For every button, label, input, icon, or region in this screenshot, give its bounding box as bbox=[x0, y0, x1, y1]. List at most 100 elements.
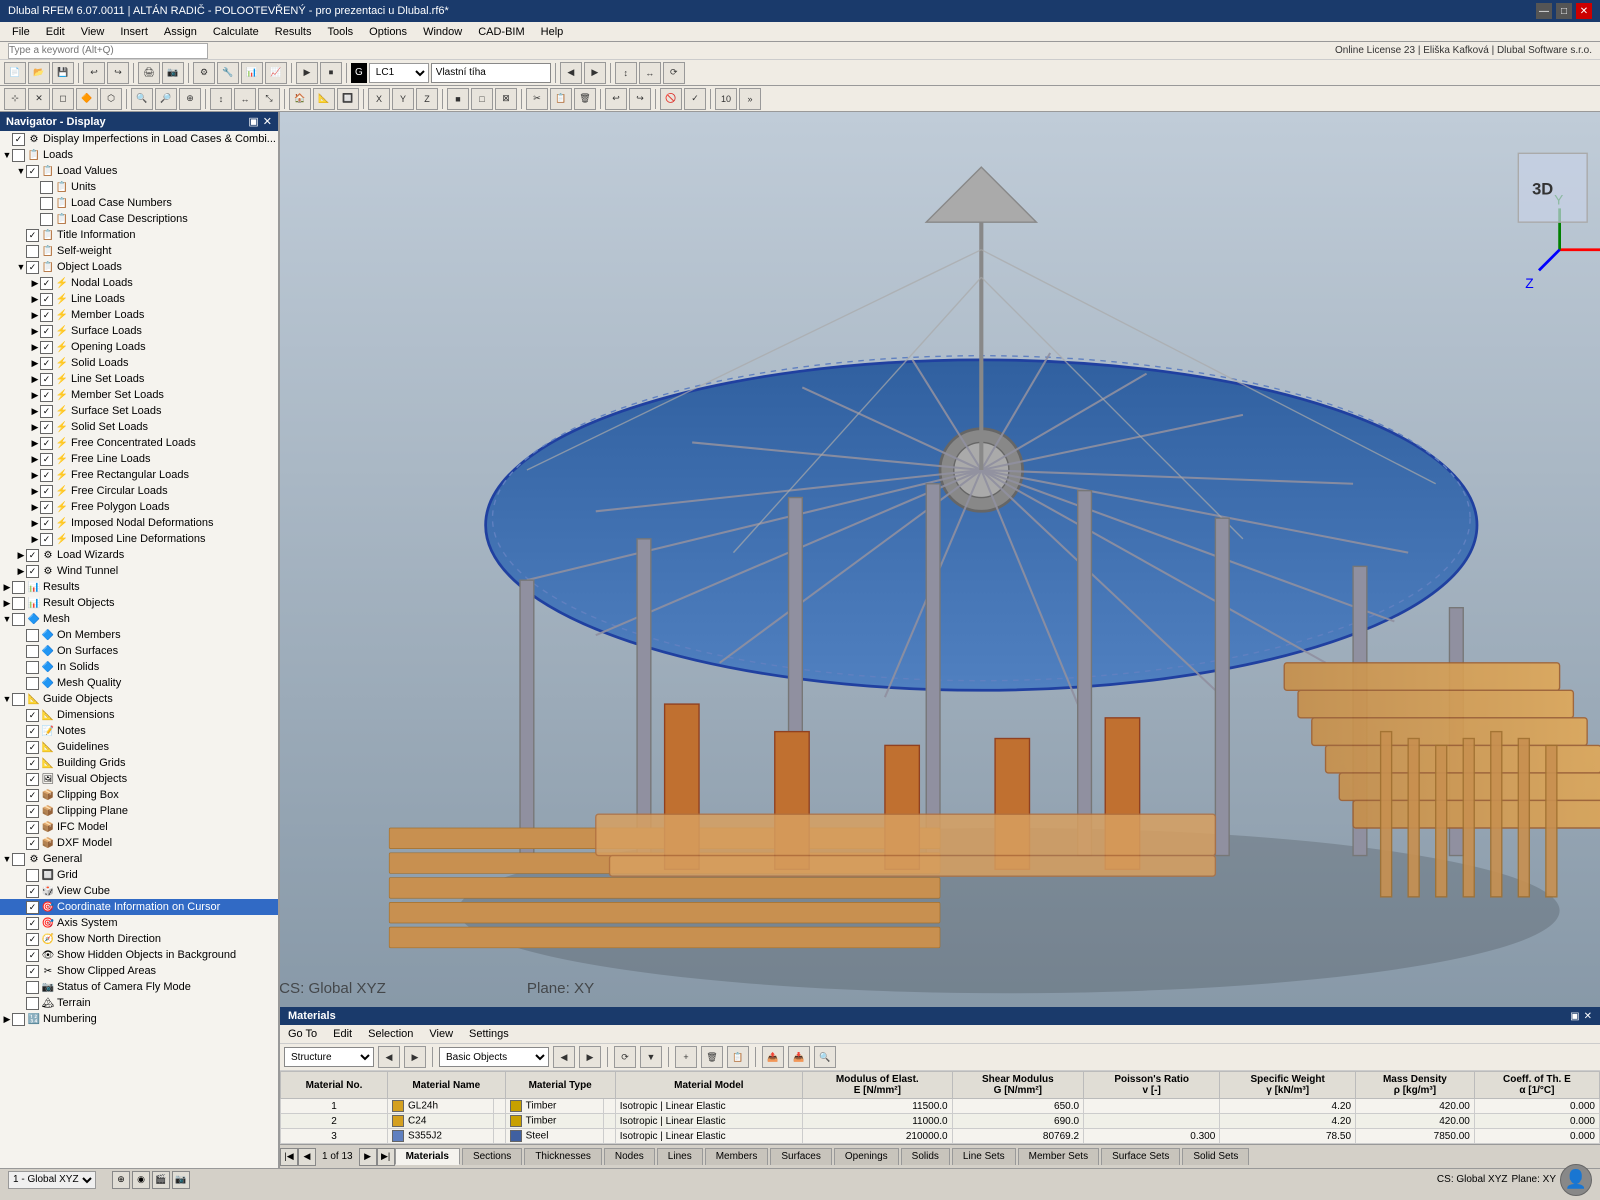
nav-checkbox-solid-loads[interactable] bbox=[40, 357, 53, 370]
tab-line-sets[interactable]: Line Sets bbox=[952, 1148, 1016, 1165]
nav-checkbox-nodal-loads[interactable] bbox=[40, 277, 53, 290]
nav-expand-surface-set-loads[interactable]: ▶ bbox=[30, 406, 40, 417]
toolbar2-btn-20[interactable]: 🗑 bbox=[574, 88, 596, 110]
nav-expand-free-concentrated-loads[interactable]: ▶ bbox=[30, 438, 40, 449]
mat-tb-btn2[interactable]: ▶ bbox=[404, 1046, 426, 1068]
undo-btn[interactable]: ↩ bbox=[83, 62, 105, 84]
nav-checkbox-dxf-model[interactable] bbox=[26, 837, 39, 850]
toolbar-btn-12[interactable]: ⟳ bbox=[663, 62, 685, 84]
nav-expand-guide-objects[interactable]: ▼ bbox=[2, 694, 12, 704]
menu-options[interactable]: Options bbox=[361, 24, 415, 40]
toolbar2-btn-16[interactable]: Y bbox=[392, 88, 414, 110]
nav-item-free-concentrated-loads[interactable]: ▶⚡Free Concentrated Loads bbox=[0, 435, 278, 451]
toolbar-btn-4[interactable]: ⚙ bbox=[193, 62, 215, 84]
toolbar-btn-6[interactable]: 📊 bbox=[241, 62, 263, 84]
nav-checkbox-notes[interactable] bbox=[26, 725, 39, 738]
nav-item-free-rectangular-loads[interactable]: ▶⚡Free Rectangular Loads bbox=[0, 467, 278, 483]
nav-expand-results[interactable]: ▶ bbox=[2, 582, 12, 593]
nav-item-mesh-quality[interactable]: 🔷Mesh Quality bbox=[0, 675, 278, 691]
mat-search-btn[interactable]: 🔍 bbox=[814, 1046, 836, 1068]
mat-tb-btn4[interactable]: ▶ bbox=[579, 1046, 601, 1068]
toolbar2-btn-5[interactable]: ⬡ bbox=[100, 88, 122, 110]
nav-expand-free-circular-loads[interactable]: ▶ bbox=[30, 486, 40, 497]
nav-item-axis-system[interactable]: 🎯Axis System bbox=[0, 915, 278, 931]
tab-nodes[interactable]: Nodes bbox=[604, 1148, 655, 1165]
nav-checkbox-in-solids[interactable] bbox=[26, 661, 39, 674]
menu-file[interactable]: File bbox=[4, 24, 38, 40]
toolbar2-btn-1[interactable]: ⊹ bbox=[4, 88, 26, 110]
last-page-btn[interactable]: ▶| bbox=[377, 1148, 395, 1166]
nav-checkbox-ifc-model[interactable] bbox=[26, 821, 39, 834]
nav-checkbox-show-clipped[interactable] bbox=[26, 965, 39, 978]
tab-sections[interactable]: Sections bbox=[462, 1148, 522, 1165]
nav-checkbox-title-information[interactable] bbox=[26, 229, 39, 242]
prev-page-btn[interactable]: ◀ bbox=[298, 1148, 316, 1166]
invert-btn[interactable]: ⊠ bbox=[495, 88, 517, 110]
nav-item-imposed-line[interactable]: ▶⚡Imposed Line Deformations bbox=[0, 531, 278, 547]
nav-item-terrain[interactable]: 🏔Terrain bbox=[0, 995, 278, 1011]
nav-expand-opening-loads[interactable]: ▶ bbox=[30, 342, 40, 353]
mat-close-btn[interactable]: ✕ bbox=[1584, 1010, 1592, 1022]
nav-checkbox-free-circular-loads[interactable] bbox=[40, 485, 53, 498]
nav-item-show-clipped[interactable]: ✂Show Clipped Areas bbox=[0, 963, 278, 979]
print-btn[interactable]: 🖨 bbox=[138, 62, 160, 84]
nav-expand-mesh[interactable]: ▼ bbox=[2, 614, 12, 624]
nav-float-btn[interactable]: ▣ bbox=[248, 115, 258, 128]
nav-item-units[interactable]: 📋Units bbox=[0, 179, 278, 195]
nav-item-general[interactable]: ▼⚙General bbox=[0, 851, 278, 867]
nav-item-line-set-loads[interactable]: ▶⚡Line Set Loads bbox=[0, 371, 278, 387]
toolbar2-btn-19[interactable]: 📋 bbox=[550, 88, 572, 110]
tab-member-sets[interactable]: Member Sets bbox=[1018, 1148, 1099, 1165]
toolbar2-btn-12[interactable]: 🏠 bbox=[289, 88, 311, 110]
nav-item-dxf-model[interactable]: 📦DXF Model bbox=[0, 835, 278, 851]
nav-checkbox-clipping-box[interactable] bbox=[26, 789, 39, 802]
nav-item-clipping-box[interactable]: 📦Clipping Box bbox=[0, 787, 278, 803]
mat-view[interactable]: View bbox=[425, 1027, 457, 1041]
nav-prev[interactable]: ◀ bbox=[560, 62, 582, 84]
nav-expand-load-wizards[interactable]: ▶ bbox=[16, 550, 26, 561]
nav-item-line-loads[interactable]: ▶⚡Line Loads bbox=[0, 291, 278, 307]
nav-checkbox-free-concentrated-loads[interactable] bbox=[40, 437, 53, 450]
nav-item-loads[interactable]: ▼📋Loads bbox=[0, 147, 278, 163]
nav-checkbox-free-polygon-loads[interactable] bbox=[40, 501, 53, 514]
nav-expand-solid-loads[interactable]: ▶ bbox=[30, 358, 40, 369]
nav-checkbox-self-weight[interactable] bbox=[26, 245, 39, 258]
nav-close-btn[interactable]: ✕ bbox=[263, 115, 272, 128]
toolbar2-btn-2[interactable]: ✕ bbox=[28, 88, 50, 110]
tab-solids[interactable]: Solids bbox=[901, 1148, 950, 1165]
tab-surfaces[interactable]: Surfaces bbox=[770, 1148, 831, 1165]
nav-checkbox-show-hidden[interactable] bbox=[26, 949, 39, 962]
nav-item-solid-set-loads[interactable]: ▶⚡Solid Set Loads bbox=[0, 419, 278, 435]
nav-checkbox-show-north[interactable] bbox=[26, 933, 39, 946]
tab-openings[interactable]: Openings bbox=[834, 1148, 899, 1165]
toolbar-btn-8[interactable]: ▶ bbox=[296, 62, 318, 84]
toolbar2-btn-14[interactable]: 🔲 bbox=[337, 88, 359, 110]
nav-expand-general[interactable]: ▼ bbox=[2, 854, 12, 864]
deselect-btn[interactable]: □ bbox=[471, 88, 493, 110]
nav-checkbox-mesh-quality[interactable] bbox=[26, 677, 39, 690]
redo-btn[interactable]: ↪ bbox=[107, 62, 129, 84]
tab-materials[interactable]: Materials bbox=[395, 1148, 460, 1165]
mat-selection[interactable]: Selection bbox=[364, 1027, 417, 1041]
sb-btn-4[interactable]: 📷 bbox=[172, 1171, 190, 1189]
menu-tools[interactable]: Tools bbox=[319, 24, 361, 40]
nav-item-show-hidden[interactable]: 👁Show Hidden Objects in Background bbox=[0, 947, 278, 963]
nav-checkbox-numbering[interactable] bbox=[12, 1013, 25, 1026]
nav-item-free-circular-loads[interactable]: ▶⚡Free Circular Loads bbox=[0, 483, 278, 499]
nav-checkbox-clipping-plane[interactable] bbox=[26, 805, 39, 818]
toolbar-btn-10[interactable]: ↕ bbox=[615, 62, 637, 84]
nav-checkbox-units[interactable] bbox=[40, 181, 53, 194]
new-btn[interactable]: 📄 bbox=[4, 62, 26, 84]
nav-expand-imposed-line[interactable]: ▶ bbox=[30, 534, 40, 545]
nav-item-guidelines[interactable]: 📐Guidelines bbox=[0, 739, 278, 755]
nav-checkbox-on-members[interactable] bbox=[26, 629, 39, 642]
coord-select[interactable]: 1 - Global XYZ bbox=[8, 1171, 96, 1189]
nav-checkbox-visual-objects[interactable] bbox=[26, 773, 39, 786]
nav-item-grid[interactable]: 🔲Grid bbox=[0, 867, 278, 883]
nav-item-ifc-model[interactable]: 📦IFC Model bbox=[0, 819, 278, 835]
nav-item-surface-loads[interactable]: ▶⚡Surface Loads bbox=[0, 323, 278, 339]
nav-checkbox-load-values[interactable] bbox=[26, 165, 39, 178]
nav-item-mesh[interactable]: ▼🔷Mesh bbox=[0, 611, 278, 627]
nav-item-self-weight[interactable]: 📋Self-weight bbox=[0, 243, 278, 259]
nav-item-imposed-nodal[interactable]: ▶⚡Imposed Nodal Deformations bbox=[0, 515, 278, 531]
